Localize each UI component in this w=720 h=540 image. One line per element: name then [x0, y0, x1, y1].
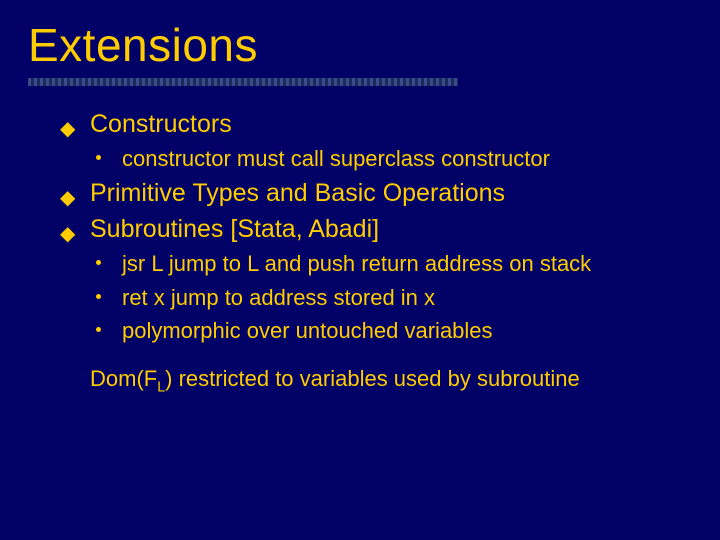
dot-icon: [96, 260, 101, 265]
bullet-primitive-types: ◆ Primitive Types and Basic Operations: [60, 177, 684, 211]
dot-icon: [96, 294, 101, 299]
bullet-text: constructor must call superclass constru…: [122, 146, 550, 171]
bullet-text: polymorphic over untouched variables: [122, 318, 493, 343]
bullet-text: ret x jump to address stored in x: [122, 285, 435, 310]
sub-bullet-jsr: jsr L jump to L and push return address …: [60, 249, 684, 279]
title-divider: [28, 78, 458, 86]
diamond-icon: ◆: [60, 116, 75, 143]
sub-bullet-ret: ret x jump to address stored in x: [60, 283, 684, 313]
bullet-constructors: ◆ Constructors: [60, 108, 684, 142]
footnote-sub: L: [157, 379, 165, 395]
bullet-text: jsr L jump to L and push return address …: [122, 251, 591, 276]
diamond-icon: ◆: [60, 221, 75, 248]
bullet-text: Constructors: [90, 110, 232, 138]
sub-bullet-constructor-superclass: constructor must call superclass constru…: [60, 144, 684, 174]
slide: Extensions ◆ Constructors constructor mu…: [0, 0, 720, 398]
footnote: Dom(FL) restricted to variables used by …: [60, 364, 684, 398]
footnote-prefix: Dom(F: [90, 366, 157, 391]
slide-content: ◆ Constructors constructor must call sup…: [28, 86, 692, 398]
bullet-subroutines: ◆ Subroutines [Stata, Abadi]: [60, 213, 684, 247]
dot-icon: [96, 155, 101, 160]
bullet-text: Primitive Types and Basic Operations: [90, 179, 505, 207]
bullet-text: Subroutines [Stata, Abadi]: [90, 215, 379, 243]
dot-icon: [96, 327, 101, 332]
sub-bullet-polymorphic: polymorphic over untouched variables: [60, 316, 684, 346]
diamond-icon: ◆: [60, 185, 75, 212]
footnote-suffix: ) restricted to variables used by subrou…: [165, 366, 580, 391]
slide-title: Extensions: [28, 18, 692, 72]
